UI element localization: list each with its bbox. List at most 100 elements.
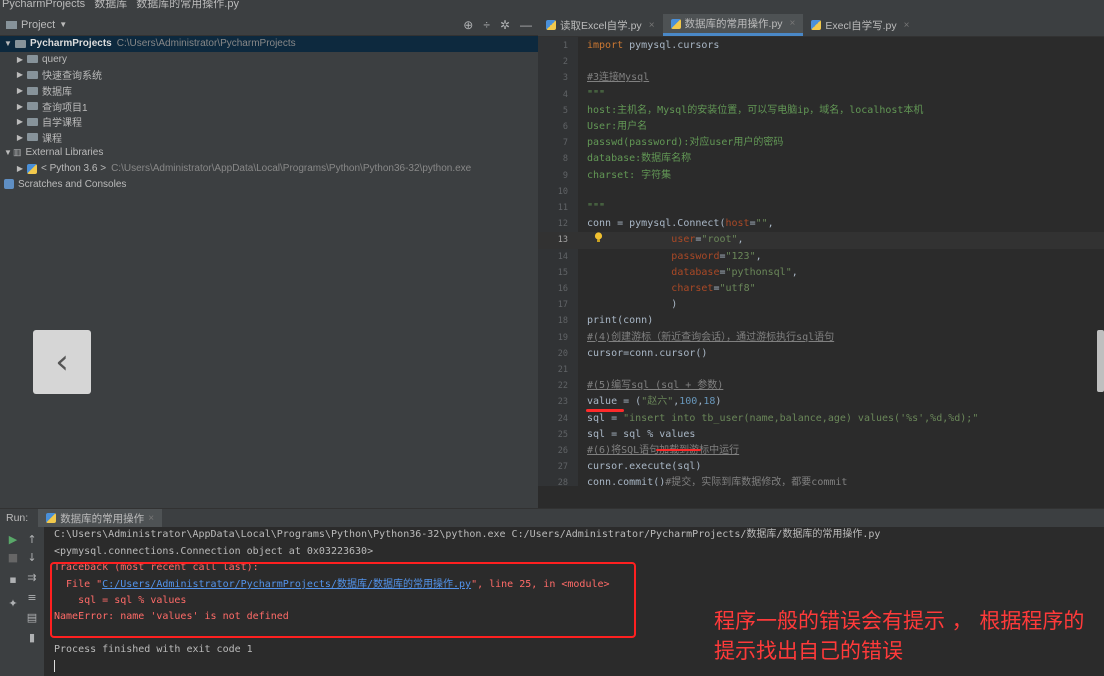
line-number: 21 [557,365,568,375]
pin-icon[interactable]: ✦ [6,597,20,610]
code-line[interactable]: 11 """ [538,200,1104,216]
code-line[interactable]: 26 #(6)将SQL语句加载到游标中运行 [538,443,1104,459]
line-number: 13 [557,235,568,246]
code-line[interactable]: 15 database="pythonsql", [538,265,1104,281]
scrollbar[interactable] [1097,330,1104,392]
locate-icon[interactable]: ⊕ [463,18,473,32]
tree-root-label: PycharmProjects [30,38,112,50]
code-line[interactable]: 6 User:用户名 [538,119,1104,135]
close-icon[interactable]: × [148,513,154,524]
code-line[interactable]: 19 #(4)创建游标（新近查询会话），通过游标执行sql语句 [538,330,1104,346]
run-tab[interactable]: 数据库的常用操作 × [38,508,163,528]
chevron-right-icon[interactable]: ▶ [15,133,25,142]
code-line[interactable]: 8 database:数据库名称 [538,151,1104,167]
down-arrow-icon[interactable]: ↓ [25,551,39,564]
breadcrumb-project[interactable]: PycharmProjects [2,0,85,10]
code-line[interactable]: 18 print(conn) [538,313,1104,329]
code-line[interactable]: 13 user="root", [538,232,1104,249]
collapse-icon[interactable]: ÷ [483,18,490,32]
chevron-left-icon: ‹ [55,342,69,382]
code-text: cursor=conn.cursor() [587,347,708,359]
close-icon[interactable]: × [790,18,796,29]
code-line[interactable]: 21 [538,362,1104,378]
code-line[interactable]: 16 charset="utf8" [538,281,1104,297]
up-arrow-icon[interactable]: ↑ [25,533,39,546]
code-line[interactable]: 14 password="123", [538,249,1104,265]
code-line[interactable]: 5 host:主机名，Mysql的安装位置，可以写电脑ip，域名，localhos… [538,103,1104,119]
gear-icon[interactable]: ✲ [500,18,510,32]
code-line[interactable]: 7 passwd(password):对应user用户的密码 [538,135,1104,151]
stop-icon[interactable]: ■ [6,551,20,564]
hide-icon[interactable]: — [520,18,532,32]
chevron-down-icon[interactable]: ▼ [3,39,13,48]
scroll-to-end-icon[interactable]: ≡ [25,591,39,604]
code-line[interactable]: 1 import pymysql.cursors [538,38,1104,54]
soft-wrap-icon[interactable]: ⇉ [25,571,39,584]
tree-item-folder[interactable]: ▶ 快速查询系统 [0,67,538,83]
close-icon[interactable]: × [649,20,655,31]
code-editor[interactable]: 1 import pymysql.cursors 2 3 #3连接Mysql 4 """ 5 h… [538,37,1104,486]
project-tree: ▼ PycharmProjects C:\Users\Administrator… [0,36,538,192]
tree-item-external-libraries[interactable]: ▼ ▥ External Libraries [0,145,538,161]
folder-icon [27,70,38,79]
annotation-text: 程序一般的错误会有提示 ， 根据程序的提示找出自己的错误 [714,609,1085,663]
line-number: 23 [557,397,568,408]
code-line[interactable]: 20 cursor=conn.cursor() [538,346,1104,362]
line-number: 10 [557,186,568,197]
run-label: Run: [6,512,29,524]
code-line[interactable]: 3 #3连接Mysql [538,70,1104,86]
close-icon[interactable]: × [904,20,910,31]
python-file-icon [670,18,681,29]
line-number: 24 [557,413,568,424]
breadcrumb-folder[interactable]: 数据库 [94,0,127,10]
tree-item-label: Scratches and Consoles [18,178,127,190]
lightbulb-icon[interactable] [594,232,603,243]
layout-icon[interactable]: ▪ [6,573,20,586]
code-line[interactable]: 27 cursor.execute(sql) [538,459,1104,475]
chevron-right-icon[interactable]: ▶ [15,86,25,95]
code-line[interactable]: 24 sql = "insert into tb_user(name,balanc… [538,411,1104,427]
tree-item-folder[interactable]: ▶ 数据库 [0,83,538,99]
project-panel-header: Project ▼ ⊕ ÷ ✲ — [0,14,538,36]
tree-item-root[interactable]: ▼ PycharmProjects C:\Users\Administrator… [0,36,538,52]
chevron-right-icon[interactable]: ▶ [15,164,25,173]
tree-item-python-env[interactable]: ▶ < Python 3.6 > C:\Users\Administrator\… [0,161,538,177]
tree-item-folder[interactable]: ▶ 查询项目1 [0,98,538,114]
back-arrow-button[interactable]: ‹ [33,330,91,394]
chevron-right-icon[interactable]: ▶ [15,70,25,79]
tree-item-folder[interactable]: ▶ 课程 [0,130,538,146]
chevron-right-icon[interactable]: ▶ [15,117,25,126]
code-line[interactable]: 22 #(5)编写sql (sql + 参数) [538,378,1104,394]
line-number: 19 [557,332,568,343]
tree-item-label: External Libraries [25,147,104,159]
code-line[interactable]: 25 sql = sql % values [538,427,1104,443]
project-view-selector[interactable]: Project ▼ [6,19,463,31]
line-number: 11 [557,203,568,213]
chevron-right-icon[interactable]: ▶ [15,55,25,64]
code-text: database="pythonsql", [671,266,798,278]
chevron-down-icon[interactable]: ▼ [3,148,13,157]
print-icon[interactable]: ▤ [25,611,39,624]
tree-item-scratches[interactable]: Scratches and Consoles [0,176,538,192]
breadcrumb-file[interactable]: 数据库的常用操作.py [136,0,239,10]
code-line[interactable]: 28 conn.commit()#提交，实际到库数据修改，都要commit [538,475,1104,486]
chevron-right-icon[interactable]: ▶ [15,102,25,111]
code-line[interactable]: 2 [538,54,1104,70]
code-line[interactable]: 4 """ [538,87,1104,103]
tab-read-excel[interactable]: 读取Excel自学.py × [538,14,663,36]
code-line[interactable]: 12 conn = pymysql.Connect(host="", [538,216,1104,232]
trash-icon[interactable]: ▮ [25,631,39,644]
tree-item-label: 快速查询系统 [42,71,102,83]
tree-item-folder[interactable]: ▶ 自学课程 [0,114,538,130]
tree-item-folder[interactable]: ▶ query [0,52,538,68]
tab-database-operations[interactable]: 数据库的常用操作.py × [662,14,804,36]
rerun-icon[interactable]: ▶ [6,533,20,546]
code-text: user="root", [671,234,744,246]
error-highlight-box [50,562,636,638]
code-line[interactable]: 17 ) [538,297,1104,313]
code-line[interactable]: 9 charset: 字符集 [538,168,1104,184]
tab-excel-write[interactable]: Execl自学写.py × [803,14,917,36]
code-line[interactable]: 10 [538,184,1104,200]
line-number: 18 [557,316,568,327]
console-line: C:\Users\Administrator\AppData\Local\Pro… [54,529,881,540]
